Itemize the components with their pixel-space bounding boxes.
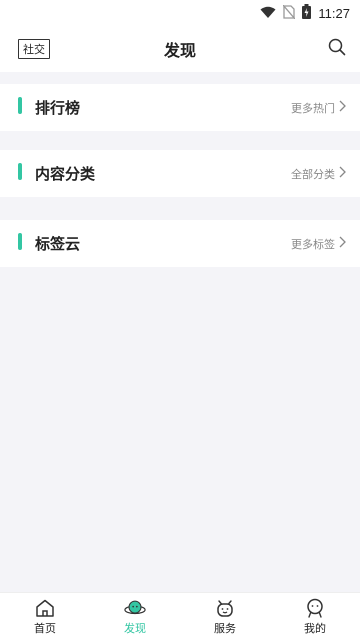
- more-tags-link[interactable]: 更多标签: [291, 236, 346, 252]
- no-sim-icon: [282, 4, 296, 23]
- service-icon: [214, 598, 236, 618]
- nav-label: 服务: [214, 622, 236, 635]
- nav-home[interactable]: 首页: [0, 593, 90, 640]
- section-title: 排行榜: [35, 99, 81, 117]
- section-tag-cloud: 标签云 更多标签: [0, 220, 360, 267]
- social-button[interactable]: 社交: [18, 39, 50, 59]
- more-label: 更多热门: [291, 101, 335, 115]
- more-hot-link[interactable]: 更多热门: [291, 100, 346, 116]
- chevron-right-icon: [339, 236, 346, 251]
- nav-label: 我的: [304, 622, 326, 635]
- search-button[interactable]: [326, 38, 348, 60]
- profile-icon: [304, 598, 326, 618]
- page-title: 发现: [163, 41, 196, 60]
- wifi-icon: [260, 4, 276, 23]
- bottom-nav: 首页 发现 服务 我的: [0, 592, 360, 640]
- home-icon: [34, 598, 56, 618]
- nav-discover[interactable]: 发现: [90, 593, 180, 640]
- section-ranking: 排行榜 更多热门: [0, 84, 360, 131]
- header: 社交 发现: [0, 26, 360, 72]
- chevron-right-icon: [339, 166, 346, 181]
- status-time: 11:27: [318, 5, 350, 21]
- nav-profile[interactable]: 我的: [270, 593, 360, 640]
- nav-service[interactable]: 服务: [180, 593, 270, 640]
- more-label: 全部分类: [291, 167, 335, 181]
- section-accent-bar: [18, 97, 22, 114]
- section-categories: 内容分类 全部分类: [0, 150, 360, 197]
- section-accent-bar: [18, 233, 22, 250]
- section-accent-bar: [18, 163, 22, 180]
- section-title: 内容分类: [35, 165, 96, 183]
- all-categories-link[interactable]: 全部分类: [291, 166, 346, 182]
- more-label: 更多标签: [291, 237, 335, 251]
- section-title: 标签云: [35, 235, 81, 253]
- chevron-right-icon: [339, 100, 346, 115]
- status-bar: 11:27: [0, 0, 360, 26]
- nav-label: 首页: [34, 622, 56, 635]
- planet-icon: [124, 598, 146, 618]
- nav-label: 发现: [124, 622, 146, 635]
- battery-icon: [302, 3, 312, 23]
- search-icon: [328, 38, 346, 60]
